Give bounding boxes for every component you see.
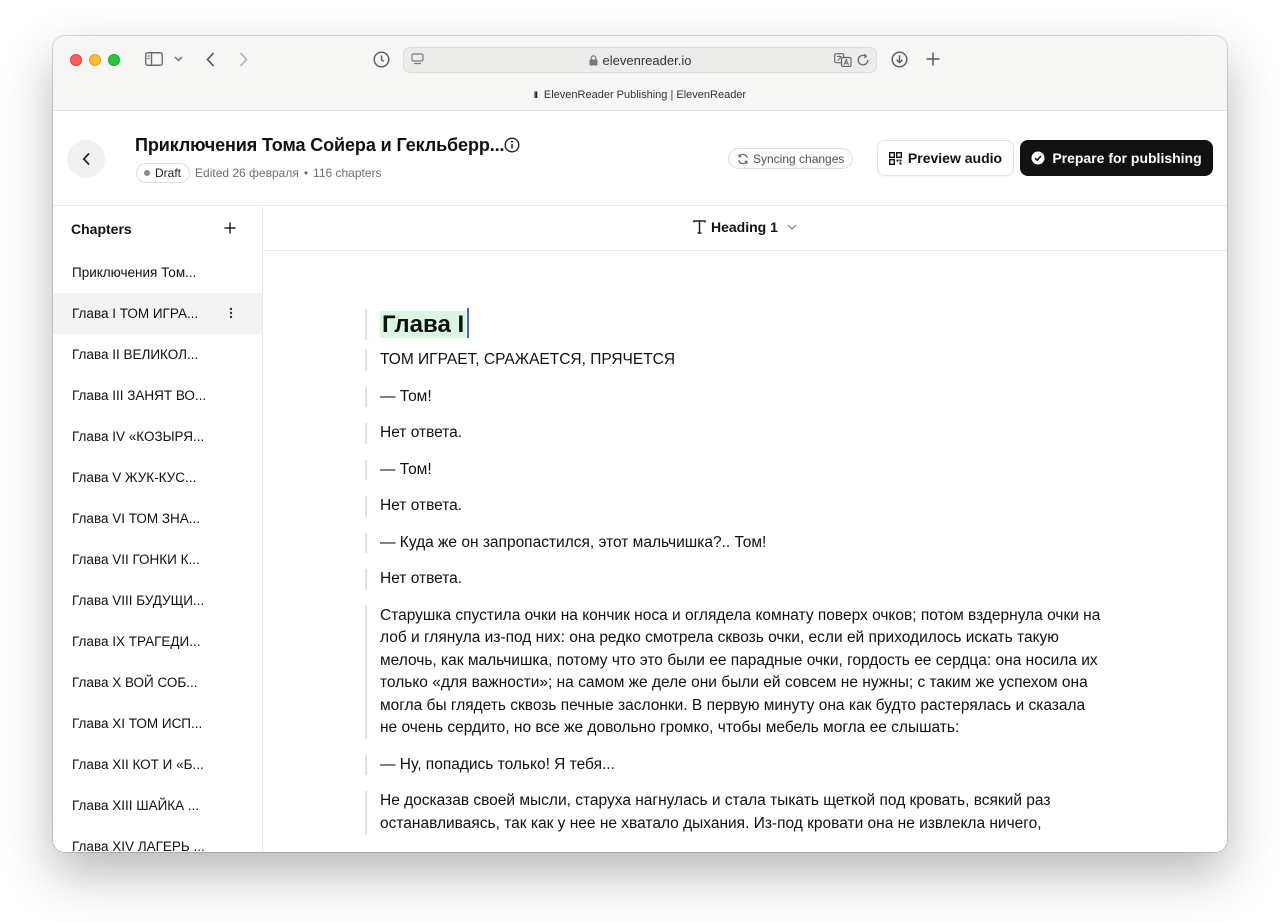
back-nav-icon[interactable] bbox=[201, 48, 219, 70]
document-title[interactable]: Приключения Тома Сойера и Гекльберр... bbox=[135, 135, 505, 156]
chapter-label: Глава VII ГОНКИ К... bbox=[72, 552, 200, 567]
chapter-label: Глава XIV ЛАГЕРЬ ... bbox=[72, 839, 205, 852]
check-circle-icon bbox=[1031, 151, 1045, 165]
sidebar-chapter-item[interactable]: Глава XIV ЛАГЕРЬ ... bbox=[53, 826, 262, 852]
chapter-label: Глава II ВЕЛИКОЛ... bbox=[72, 347, 199, 362]
chapters-heading: Chapters bbox=[71, 221, 132, 237]
chapter-label: Глава V ЖУК-КУС... bbox=[72, 470, 197, 485]
status-label: Draft bbox=[155, 166, 182, 180]
chapter-label: Глава IV «КОЗЫРЯ... bbox=[72, 429, 205, 444]
chapter-label: Глава XIII ШАЙКА ... bbox=[72, 798, 200, 813]
chapters-count: 116 chapters bbox=[313, 166, 382, 180]
sidebar-chapter-item[interactable]: Глава XII КОТ И «Б... bbox=[53, 744, 262, 785]
back-button[interactable] bbox=[67, 140, 105, 178]
preview-audio-button[interactable]: Preview audio bbox=[877, 140, 1014, 176]
chapter-label: Глава III ЗАНЯТ ВО... bbox=[72, 388, 207, 403]
chevron-down-icon[interactable] bbox=[172, 48, 184, 70]
block-style-select[interactable]: Heading 1 bbox=[693, 219, 797, 235]
status-dot bbox=[144, 170, 150, 176]
edited-date: Edited 26 февраля bbox=[195, 166, 299, 180]
chapter-label: Глава I ТОМ ИГРА... bbox=[72, 306, 199, 321]
chapter-label: Глава VI ТОМ ЗНА... bbox=[72, 511, 201, 526]
sidebar-chapter-item[interactable]: Глава VI ТОМ ЗНА... bbox=[53, 498, 262, 539]
translate-icon[interactable] bbox=[834, 53, 852, 72]
paragraph-block[interactable]: Старушка спустила очки на кончик носа и … bbox=[365, 605, 1105, 740]
url-text: elevenreader.io bbox=[404, 53, 876, 69]
new-tab-icon[interactable] bbox=[924, 48, 942, 70]
chapter-label: Глава X ВОЙ СОБ... bbox=[72, 675, 198, 690]
address-bar[interactable]: elevenreader.io bbox=[403, 47, 877, 73]
close-window-button[interactable] bbox=[70, 54, 82, 66]
editor-blocks: Глава I ТОМ ИГРАЕТ, СРАЖАЕТСЯ, ПРЯЧЕТСЯ —… bbox=[365, 308, 1105, 849]
paragraph-block[interactable]: Не досказав своей мысли, старуха нагнула… bbox=[365, 790, 1105, 835]
sidebar-chapter-item[interactable]: Глава XI ТОМ ИСП... bbox=[53, 703, 262, 744]
status-badge: Draft bbox=[136, 163, 191, 183]
chapter-label: Приключения Том... bbox=[72, 265, 197, 280]
paragraph-block[interactable]: — Куда же он запропастился, этот мальчиш… bbox=[365, 532, 1105, 555]
editor-canvas[interactable]: Глава I ТОМ ИГРАЕТ, СРАЖАЕТСЯ, ПРЯЧЕТСЯ —… bbox=[263, 252, 1227, 852]
add-chapter-button[interactable] bbox=[224, 221, 236, 239]
maximize-window-button[interactable] bbox=[108, 54, 120, 66]
sidebar-chapter-item[interactable]: Глава III ЗАНЯТ ВО... bbox=[53, 375, 262, 416]
downloads-icon[interactable] bbox=[889, 48, 909, 70]
sidebar-chapter-item[interactable]: Глава II ВЕЛИКОЛ... bbox=[53, 334, 262, 375]
document-header: Приключения Тома Сойера и Гекльберр... D… bbox=[53, 111, 1227, 206]
block-style-label: Heading 1 bbox=[711, 219, 778, 235]
sidebar-chapter-item[interactable]: Глава IX ТРАГЕДИ... bbox=[53, 621, 262, 662]
back-icon bbox=[82, 152, 90, 166]
forward-nav-icon[interactable] bbox=[234, 48, 252, 70]
paragraph-block[interactable]: Нет ответа. bbox=[365, 422, 1105, 445]
sync-status-badge: Syncing changes bbox=[728, 148, 854, 169]
qr-icon bbox=[888, 151, 902, 165]
sidebar-chapter-item[interactable]: Глава XIII ШАЙКА ... bbox=[53, 785, 262, 826]
paragraph-block[interactable]: — Ну, попадись только! Я тебя... bbox=[365, 754, 1105, 777]
history-icon[interactable] bbox=[371, 48, 391, 70]
paragraph-block[interactable]: Нет ответа. bbox=[365, 495, 1105, 518]
tab-favicon: II bbox=[533, 90, 538, 100]
sidebar-chapter-item[interactable]: Глава V ЖУК-КУС... bbox=[53, 457, 262, 498]
reload-icon[interactable] bbox=[856, 53, 870, 72]
window-controls bbox=[70, 54, 120, 66]
sidebar-chapter-item[interactable]: Глава X ВОЙ СОБ... bbox=[53, 662, 262, 703]
sync-status-label: Syncing changes bbox=[753, 151, 845, 166]
info-icon[interactable] bbox=[504, 137, 520, 158]
url-label: elevenreader.io bbox=[602, 53, 692, 68]
plus-icon bbox=[224, 222, 236, 234]
preview-audio-label: Preview audio bbox=[907, 150, 1003, 166]
chapter-list: Приключения Том... Глава I ТОМ ИГРА... Гла… bbox=[53, 252, 262, 852]
prepare-publishing-button[interactable]: Prepare for publishing bbox=[1020, 140, 1213, 176]
sidebar-chapter-item[interactable]: Глава IV «КОЗЫРЯ... bbox=[53, 416, 262, 457]
sidebar-toggle-icon[interactable] bbox=[143, 48, 165, 70]
chevron-down-icon bbox=[787, 224, 797, 230]
publish-label: Prepare for publishing bbox=[1052, 150, 1202, 166]
editor-toolbar: Heading 1 bbox=[263, 207, 1227, 251]
selected-heading-text: Глава I bbox=[380, 311, 467, 338]
text-type-icon bbox=[693, 220, 706, 234]
document-meta: Draft Edited 26 февраля • 116 chapters bbox=[136, 163, 382, 183]
meta-separator: • bbox=[303, 166, 309, 180]
sidebar-chapter-item[interactable]: Глава I ТОМ ИГРА... bbox=[53, 293, 262, 334]
lock-icon bbox=[589, 54, 598, 69]
browser-toolbar: elevenreader.io II ElevenReader Publishin… bbox=[53, 36, 1227, 111]
browser-window: elevenreader.io II ElevenReader Publishin… bbox=[53, 36, 1227, 852]
minimize-window-button[interactable] bbox=[89, 54, 101, 66]
chapter-label: Глава VIII БУДУЩИ... bbox=[72, 593, 205, 608]
text-caret bbox=[467, 308, 470, 338]
sync-icon bbox=[738, 153, 748, 164]
tab-title: ElevenReader Publishing | ElevenReader bbox=[543, 89, 747, 101]
kebab-icon[interactable] bbox=[229, 307, 233, 322]
sidebar-chapter-item[interactable]: Глава VII ГОНКИ К... bbox=[53, 539, 262, 580]
active-tab[interactable]: II ElevenReader Publishing | ElevenReader bbox=[53, 89, 1227, 101]
paragraph-block[interactable]: Нет ответа. bbox=[365, 568, 1105, 591]
paragraph-block[interactable]: — Том! bbox=[365, 386, 1105, 409]
sidebar-chapter-item[interactable]: Глава VIII БУДУЩИ... bbox=[53, 580, 262, 621]
paragraph-block[interactable]: — Том! bbox=[365, 459, 1105, 482]
sidebar-chapter-item[interactable]: Приключения Том... bbox=[53, 252, 262, 293]
chapters-sidebar: Chapters Приключения Том... Глава I ТОМ И… bbox=[53, 207, 263, 852]
chapter-label: Глава XII КОТ И «Б... bbox=[72, 757, 204, 772]
chapter-label: Глава XI ТОМ ИСП... bbox=[72, 716, 203, 731]
paragraph-block[interactable]: ТОМ ИГРАЕТ, СРАЖАЕТСЯ, ПРЯЧЕТСЯ bbox=[365, 349, 1105, 372]
chapter-label: Глава IX ТРАГЕДИ... bbox=[72, 634, 201, 649]
heading-block[interactable]: Глава I bbox=[365, 308, 1105, 341]
